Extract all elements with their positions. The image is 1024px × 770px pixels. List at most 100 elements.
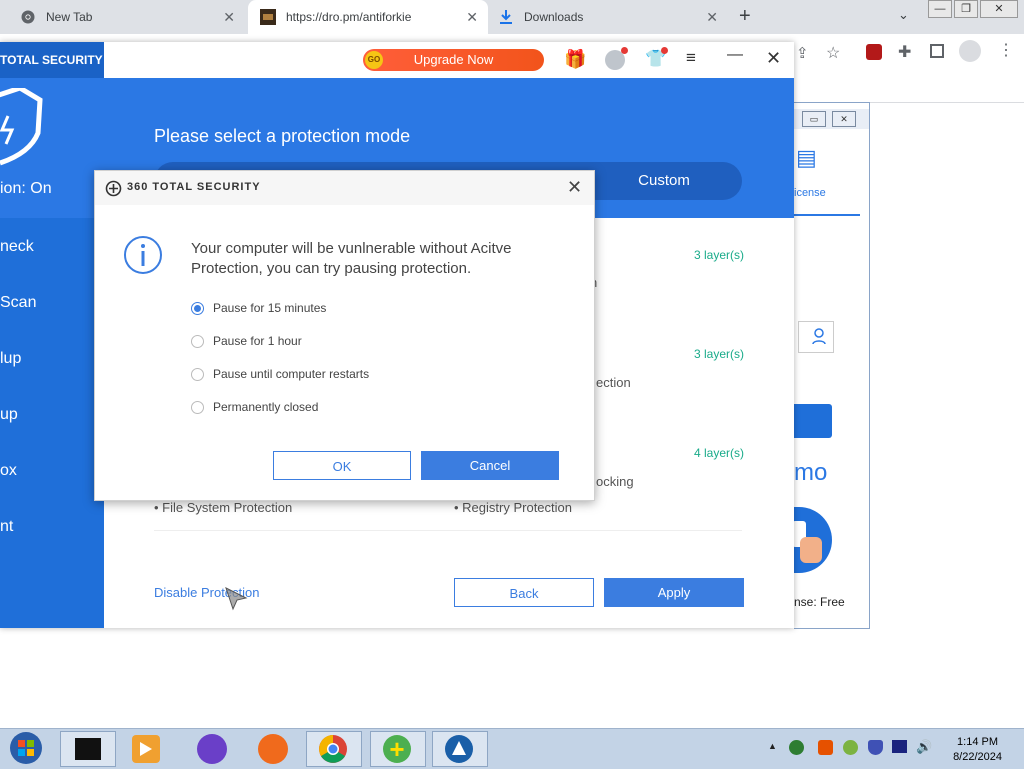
upgrade-now-button[interactable]: GO Upgrade Now: [363, 49, 544, 71]
shield-icon: [0, 88, 43, 166]
protection-status: ion: On: [0, 180, 52, 197]
layer-count: 3 layer(s): [694, 248, 745, 262]
mode-title: Please select a protection mode: [154, 126, 411, 146]
close-tab-icon[interactable]: ✕: [706, 9, 718, 26]
radio-button[interactable]: [191, 301, 204, 315]
tray-360-icon[interactable]: [843, 740, 858, 755]
profile-avatar-icon[interactable]: [959, 40, 981, 62]
radio-button[interactable]: [191, 334, 204, 348]
tray-display-icon[interactable]: [892, 740, 907, 753]
side-panel-icon[interactable]: [930, 44, 944, 58]
radio-pause-1-hour[interactable]: Pause for 1 hour: [191, 334, 302, 348]
promo-text: mo: [794, 459, 828, 486]
bg-restore-button[interactable]: ▭: [802, 111, 826, 127]
share-icon[interactable]: ⇪: [796, 44, 809, 62]
dialog-close-icon[interactable]: ✕: [567, 177, 582, 198]
feature-label: File System Protection: [162, 500, 293, 515]
tab-underline: [794, 214, 860, 216]
ok-button[interactable]: OK: [273, 451, 411, 480]
sidebar-item-speedup[interactable]: up: [0, 406, 18, 424]
radio-label: Pause until computer restarts: [213, 367, 370, 381]
license-tab-label[interactable]: icense: [794, 187, 826, 199]
gift-icon[interactable]: 🎁: [564, 49, 586, 70]
radio-pause-until-restart[interactable]: Pause until computer restarts: [191, 367, 369, 381]
tab-label: Downloads: [524, 10, 584, 24]
cancel-button[interactable]: Cancel: [421, 451, 559, 480]
bg-window-titlebar: ▭ ✕: [794, 109, 869, 129]
tab-new-tab[interactable]: New Tab ✕: [0, 0, 245, 34]
taskbar-media-player-icon[interactable]: [132, 735, 160, 763]
layer-count: 3 layer(s): [694, 347, 745, 361]
pause-protection-dialog: 360 TOTAL SECURITY ✕ Your computer will …: [94, 170, 595, 501]
tab-label: https://dro.pm/antiforkie: [286, 10, 412, 24]
ublock-icon[interactable]: [866, 44, 882, 60]
dialog-brand: 360 TOTAL SECURITY: [127, 181, 261, 193]
minimize-button[interactable]: —: [928, 0, 952, 18]
extensions-puzzle-icon[interactable]: ✚: [898, 42, 911, 62]
taskbar-firefox-dev-icon[interactable]: [197, 734, 227, 764]
tab-antiforkie[interactable]: https://dro.pm/antiforkie ✕: [248, 0, 488, 34]
radio-permanently-closed[interactable]: Permanently closed: [191, 400, 318, 414]
radio-label: Pause for 1 hour: [213, 334, 302, 348]
partial-text: ocking: [596, 474, 634, 489]
taskbar-chrome-icon[interactable]: [306, 731, 362, 767]
new-tab-button[interactable]: +: [739, 5, 751, 28]
sidebar-item-check[interactable]: neck: [0, 238, 34, 256]
upgrade-label: Upgrade Now: [413, 52, 494, 67]
dialog-titlebar: 360 TOTAL SECURITY ✕: [95, 171, 594, 205]
taskbar-360-security-icon[interactable]: +: [370, 731, 426, 767]
back-button[interactable]: Back: [454, 578, 594, 607]
sidebar-item-toolbox[interactable]: ox: [0, 462, 17, 480]
sidebar-item-cleanup[interactable]: lup: [0, 350, 21, 368]
tray-expand-icon[interactable]: ▲: [768, 741, 777, 751]
site-favicon-icon: [260, 9, 276, 25]
taskbar-clock[interactable]: 1:14 PM 8/22/2024: [953, 735, 1002, 765]
360-logo-icon: [105, 180, 122, 197]
close-tab-icon[interactable]: ✕: [466, 9, 478, 26]
radio-label: Permanently closed: [213, 400, 319, 414]
dialog-message: Your computer will be vunlnerable withou…: [191, 240, 512, 277]
bg-close-button[interactable]: ✕: [832, 111, 856, 127]
license-document-icon: ▤: [796, 145, 817, 170]
sidebar-item-scan[interactable]: Scan: [0, 294, 36, 312]
windows-taskbar: + ▲ 🔊 1:14 PM 8/22/2024: [0, 728, 1024, 769]
radio-button[interactable]: [191, 367, 204, 381]
notification-dot: [621, 47, 628, 54]
tab-search-chevron-icon[interactable]: ⌄: [898, 7, 909, 23]
tab-downloads[interactable]: Downloads ✕: [488, 0, 728, 34]
app-close-icon[interactable]: ✕: [766, 48, 781, 69]
tray-shield-icon[interactable]: [868, 740, 883, 755]
close-window-button[interactable]: ✕: [980, 0, 1018, 18]
radio-button[interactable]: [191, 400, 204, 414]
brand-label: TOTAL SECURITY: [0, 42, 104, 78]
menu-hamburger-icon[interactable]: ≡: [686, 48, 696, 68]
bg-blue-button[interactable]: [794, 404, 832, 438]
taskbar-terminal-icon[interactable]: [60, 731, 116, 767]
mouse-cursor-icon: [225, 587, 248, 611]
tray-network-icon[interactable]: [789, 740, 804, 755]
mode-custom-option[interactable]: Custom: [612, 162, 716, 200]
restore-button[interactable]: ❐: [954, 0, 978, 18]
start-button[interactable]: [4, 730, 48, 767]
close-tab-icon[interactable]: ✕: [223, 9, 235, 26]
sidebar-item-account[interactable]: nt: [0, 518, 13, 536]
bookmark-star-icon[interactable]: ☆: [826, 43, 840, 63]
tray-app-icon[interactable]: [818, 740, 833, 755]
taskbar-firefox-icon[interactable]: [258, 734, 288, 764]
app-minimize-icon[interactable]: —: [727, 46, 743, 64]
clock-date: 8/22/2024: [953, 751, 1002, 763]
layer-count: 4 layer(s): [694, 446, 745, 460]
tab-label: New Tab: [46, 10, 93, 24]
radio-pause-15-minutes[interactable]: Pause for 15 minutes: [191, 301, 326, 315]
menu-kebab-icon[interactable]: ⋮: [998, 40, 1014, 60]
app-titlebar: GO Upgrade Now 🎁 👕 ≡ — ✕: [0, 42, 794, 78]
taskbar-app-icon[interactable]: [432, 731, 488, 767]
feature-label: Registry Protection: [462, 500, 572, 515]
radio-label: Pause for 15 minutes: [213, 301, 327, 315]
tray-volume-icon[interactable]: 🔊: [916, 739, 932, 755]
apply-button[interactable]: Apply: [604, 578, 744, 607]
user-icon[interactable]: [798, 321, 834, 353]
feature-item: • File System Protection: [154, 500, 293, 515]
divider: [154, 530, 742, 531]
chrome-icon: [20, 9, 36, 25]
